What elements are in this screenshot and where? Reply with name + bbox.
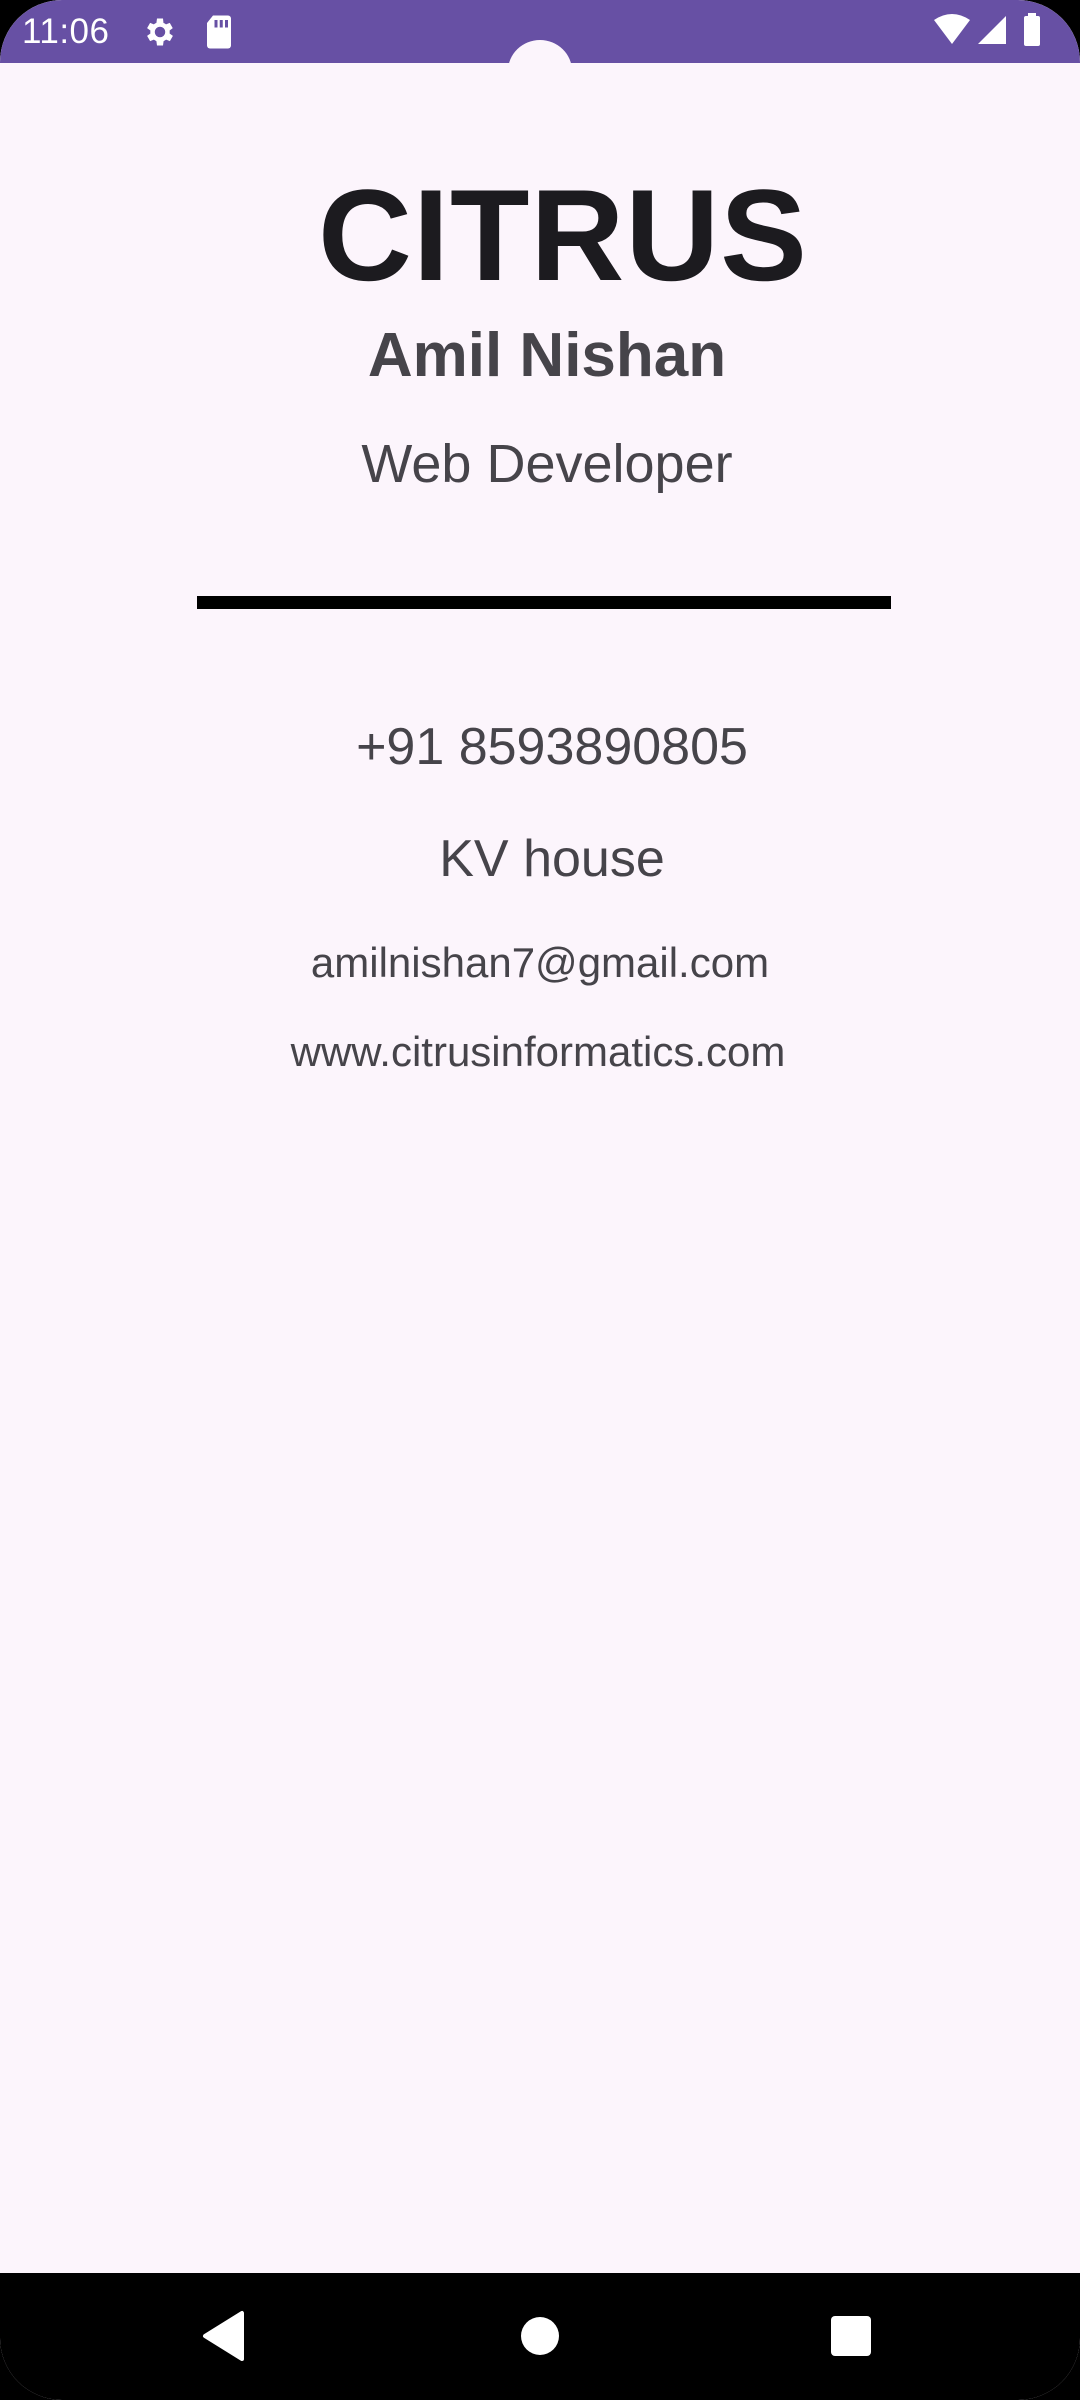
divider-line xyxy=(197,596,891,609)
battery-icon xyxy=(1024,13,1040,46)
recents-button[interactable] xyxy=(771,2273,931,2400)
address: KV house xyxy=(439,830,665,888)
app-screen: 11:06 CITRUS Amil Nishan Web Developer +… xyxy=(0,0,1080,2400)
sd-card-icon xyxy=(203,14,239,50)
job-title: Web Developer xyxy=(361,434,733,494)
back-icon xyxy=(203,2311,244,2361)
home-icon xyxy=(521,2317,559,2355)
business-card: CITRUS Amil Nishan Web Developer +91 859… xyxy=(0,63,1080,2273)
recents-icon xyxy=(831,2316,871,2356)
email-address: amilnishan7@gmail.com xyxy=(310,939,770,986)
wifi-icon xyxy=(934,14,970,44)
cellular-signal-icon xyxy=(978,16,1006,44)
back-button[interactable] xyxy=(145,2273,305,2400)
website-url: www.citrusinformatics.com xyxy=(290,1028,786,1075)
navigation-bar xyxy=(0,2273,1080,2400)
home-button[interactable] xyxy=(460,2273,620,2400)
settings-icon xyxy=(142,14,178,50)
phone-number: +91 8593890805 xyxy=(356,718,748,776)
person-name: Amil Nishan xyxy=(367,321,727,390)
company-name: CITRUS xyxy=(318,162,808,308)
status-time: 11:06 xyxy=(22,12,110,51)
